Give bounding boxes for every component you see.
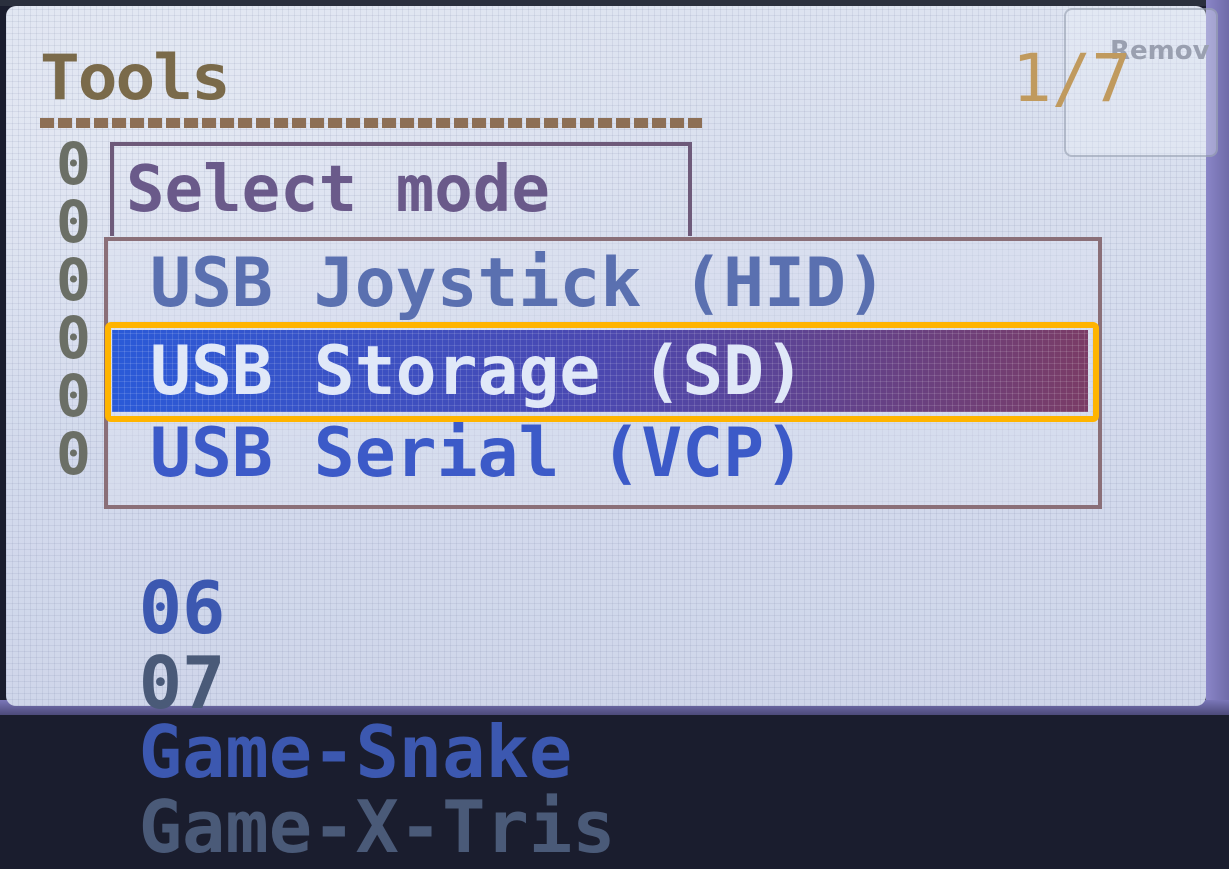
option-usb-serial[interactable]: USB Serial (VCP) <box>150 420 805 488</box>
page-title: Tools <box>40 40 231 115</box>
option-usb-joystick[interactable]: USB Joystick (HID) <box>150 250 887 318</box>
header-divider <box>40 118 704 128</box>
selection-annotation-box <box>105 322 1099 422</box>
list-item-label: Game-X-Tris <box>138 785 616 869</box>
dialog-title: Select mode <box>126 153 550 227</box>
list-index-column: 0 0 0 0 0 0 <box>56 130 91 488</box>
list-item-game-x-tris[interactable]: 07 Game-X-Tris <box>52 575 616 863</box>
page-indicator: 1/7 <box>1012 40 1132 117</box>
